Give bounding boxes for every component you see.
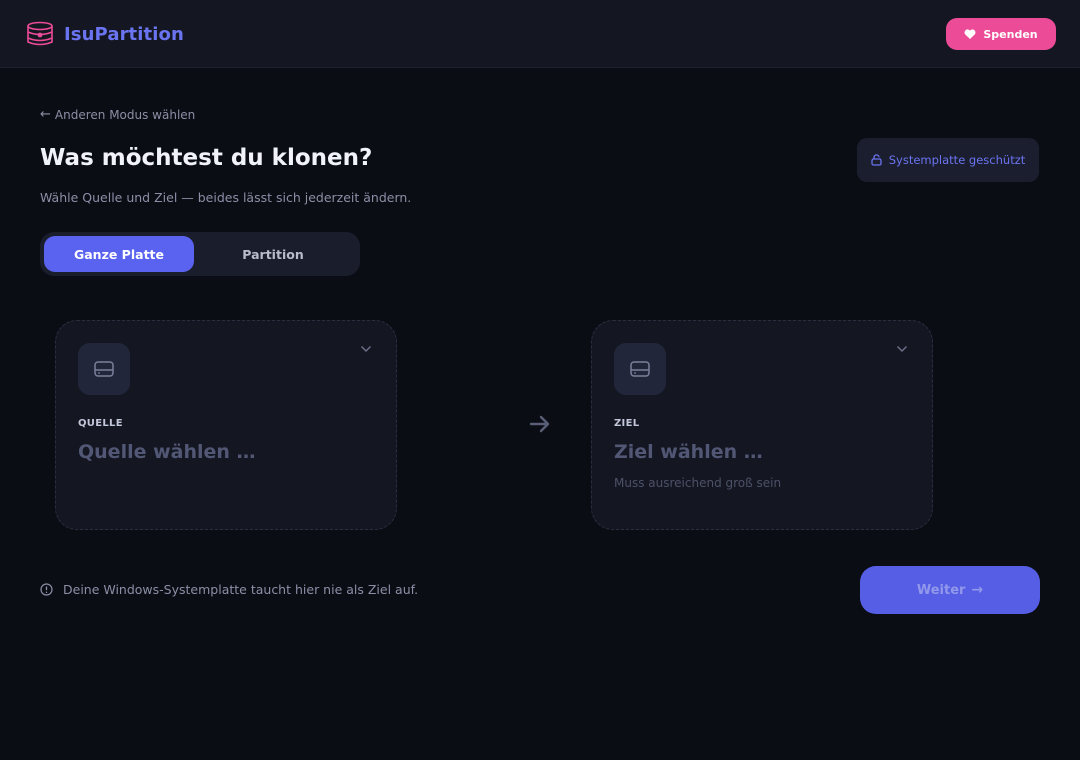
arrow-right-icon: → [971, 582, 984, 598]
back-label: Anderen Modus wählen [54, 107, 196, 122]
target-placeholder: Ziel wählen … [614, 441, 763, 463]
chevron-down-icon[interactable] [360, 345, 372, 353]
next-label: Weiter [916, 582, 966, 598]
footer-note-text: Deine Windows-Systemplatte taucht hier n… [63, 582, 419, 597]
system-badge-label: Systemplatte geschützt [888, 153, 1026, 167]
mode-option-whole-disk[interactable]: Ganze Platte [44, 236, 194, 272]
system-disk-protected-badge[interactable]: Systemplatte geschützt [857, 138, 1039, 182]
donate-button[interactable]: Spenden [946, 18, 1056, 50]
footer-note: Deine Windows-Systemplatte taucht hier n… [40, 582, 418, 597]
disk-stack-logo-icon [27, 21, 53, 46]
mode-toggle: Ganze Platte Partition [40, 232, 360, 276]
mode-option-partition[interactable]: Partition [198, 236, 348, 272]
chevron-down-icon[interactable] [896, 345, 908, 353]
arrow-left-icon: ← [40, 107, 51, 122]
source-disk-tile [78, 343, 130, 395]
source-card[interactable]: QUELLE Quelle wählen … [55, 320, 397, 530]
source-placeholder: Quelle wählen … [78, 441, 256, 463]
page-title: Was möchtest du klonen? [40, 145, 373, 171]
donate-label: Spenden [983, 27, 1038, 41]
heart-hand-icon [964, 28, 976, 39]
arrow-right-icon [529, 415, 550, 433]
target-card[interactable]: ZIEL Ziel wählen … Muss ausreichend groß… [591, 320, 933, 530]
brand[interactable]: IsuPartition [26, 21, 184, 47]
back-link[interactable]: ← Anderen Modus wählen [40, 107, 195, 122]
info-circle-icon [40, 583, 53, 596]
target-disk-tile [614, 343, 666, 395]
target-hint: Muss ausreichend groß sein [614, 476, 782, 490]
target-caption: ZIEL [614, 418, 640, 429]
hard-drive-icon [94, 361, 114, 377]
app-name: IsuPartition [64, 23, 184, 45]
lock-icon [871, 154, 882, 166]
hard-drive-icon [630, 361, 650, 377]
page-subtitle: Wähle Quelle und Ziel — beides lässt sic… [40, 190, 412, 205]
top-bar: IsuPartition Spenden [0, 0, 1080, 68]
next-button[interactable]: Weiter → [860, 566, 1040, 614]
source-caption: QUELLE [78, 418, 123, 429]
